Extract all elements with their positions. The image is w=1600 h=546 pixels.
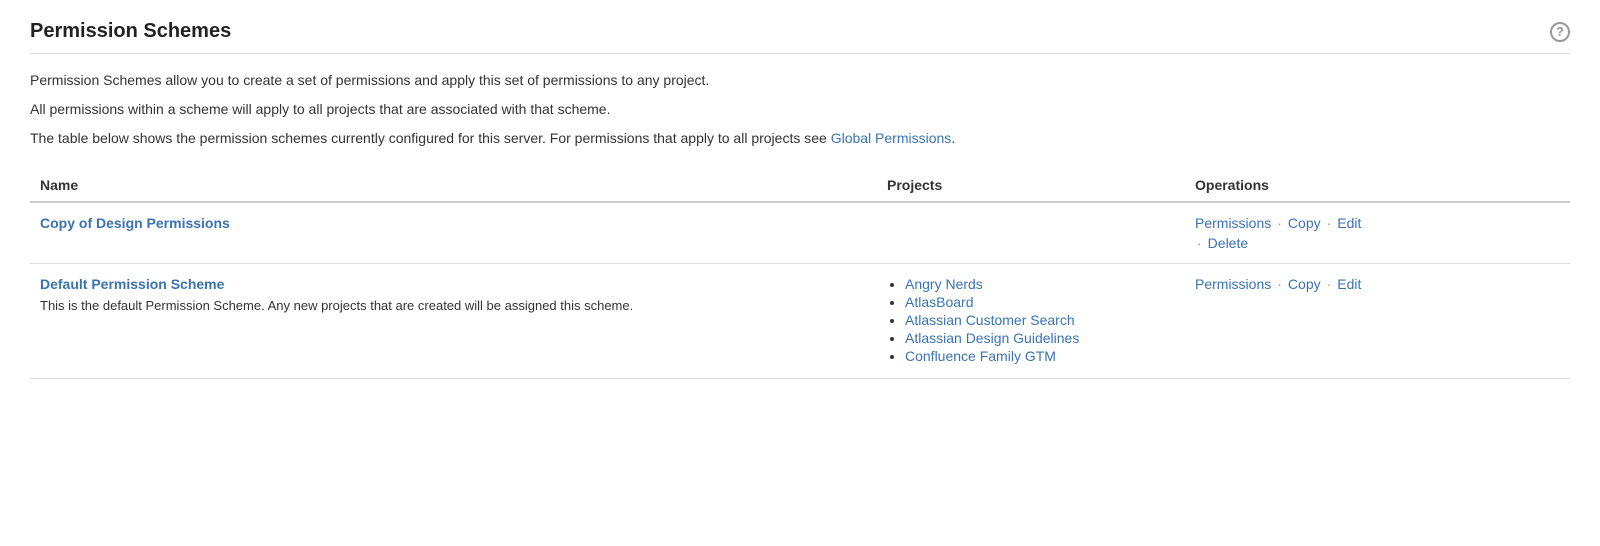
global-permissions-link[interactable]: Global Permissions xyxy=(831,130,952,146)
col-header-projects: Projects xyxy=(877,169,1185,202)
description-line-2: All permissions within a scheme will app… xyxy=(30,99,1570,120)
description-line-1: Permission Schemes allow you to create a… xyxy=(30,70,1570,91)
list-item: Angry Nerds xyxy=(905,276,1175,292)
op-link-delete[interactable]: Delete xyxy=(1208,235,1248,251)
list-item: Atlassian Design Guidelines xyxy=(905,330,1175,346)
op-link-copy[interactable]: Copy xyxy=(1288,276,1321,292)
description-line-3: The table below shows the permission sch… xyxy=(30,128,1570,149)
op-link-edit[interactable]: Edit xyxy=(1337,276,1361,292)
project-link[interactable]: Atlassian Customer Search xyxy=(905,312,1075,328)
scheme-name-link-default-permission[interactable]: Default Permission Scheme xyxy=(40,276,224,292)
op-separator: · xyxy=(1277,215,1282,231)
table-row: Default Permission Scheme This is the def… xyxy=(30,264,1570,379)
project-link[interactable]: Atlassian Design Guidelines xyxy=(905,330,1079,346)
list-item: AtlasBoard xyxy=(905,294,1175,310)
list-item: Atlassian Customer Search xyxy=(905,312,1175,328)
op-link-permissions[interactable]: Permissions xyxy=(1195,215,1271,231)
page-title-text: Permission Schemes xyxy=(30,20,231,43)
cell-name-default-permission: Default Permission Scheme This is the def… xyxy=(30,264,877,379)
page-title-bar: Permission Schemes ? xyxy=(30,20,1570,54)
op-separator: · xyxy=(1327,215,1332,231)
permission-schemes-table-section: Name Projects Operations Copy of Design … xyxy=(30,169,1570,379)
op-separator: · xyxy=(1197,235,1202,251)
cell-name-copy-of-design: Copy of Design Permissions xyxy=(30,202,877,264)
table-row: Copy of Design Permissions Permissions · Co… xyxy=(30,202,1570,264)
cell-operations-default-permission: Permissions · Copy · Edit xyxy=(1185,264,1570,379)
list-item: Confluence Family GTM xyxy=(905,348,1175,364)
project-link[interactable]: AtlasBoard xyxy=(905,294,973,310)
help-icon[interactable]: ? xyxy=(1550,22,1570,42)
scheme-name-link-copy-of-design[interactable]: Copy of Design Permissions xyxy=(40,215,230,231)
project-link[interactable]: Angry Nerds xyxy=(905,276,983,292)
cell-projects-copy-of-design xyxy=(877,202,1185,264)
permission-schemes-table: Name Projects Operations Copy of Design … xyxy=(30,169,1570,379)
scheme-description-default-permission: This is the default Permission Scheme. A… xyxy=(40,296,867,316)
cell-operations-copy-of-design: Permissions · Copy · Edit · Delete xyxy=(1185,202,1570,264)
op-link-permissions[interactable]: Permissions xyxy=(1195,276,1271,292)
project-link[interactable]: Confluence Family GTM xyxy=(905,348,1056,364)
cell-projects-default-permission: Angry Nerds AtlasBoard Atlassian Customer … xyxy=(877,264,1185,379)
op-link-copy[interactable]: Copy xyxy=(1288,215,1321,231)
op-separator: · xyxy=(1277,276,1282,292)
col-header-name: Name xyxy=(30,169,877,202)
col-header-operations: Operations xyxy=(1185,169,1570,202)
op-separator: · xyxy=(1327,276,1332,292)
op-link-edit[interactable]: Edit xyxy=(1337,215,1361,231)
